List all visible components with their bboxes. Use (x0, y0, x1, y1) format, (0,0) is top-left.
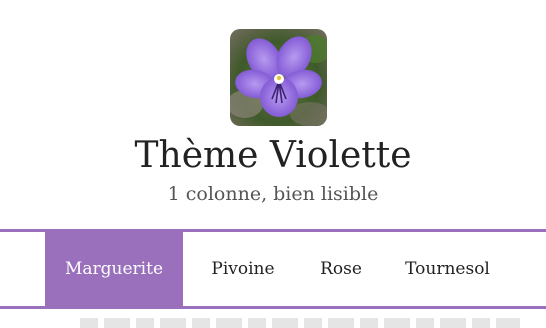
violet-flower-icon (230, 29, 327, 126)
nav-menu: Marguerite Pivoine Rose Tournesol (45, 232, 516, 306)
nav-item-marguerite[interactable]: Marguerite (45, 232, 183, 306)
nav-item-rose[interactable]: Rose (303, 232, 379, 306)
content-preview (0, 316, 546, 328)
nav-item-tournesol[interactable]: Tournesol (379, 232, 516, 306)
site-subtitle: 1 colonne, bien lisible (167, 183, 379, 205)
site-title[interactable]: Thème Violette (0, 133, 546, 179)
cut-off-text-line (80, 318, 520, 328)
main-navigation: Marguerite Pivoine Rose Tournesol (0, 229, 546, 309)
nav-item-pivoine[interactable]: Pivoine (183, 232, 303, 306)
site-logo[interactable] (230, 29, 327, 126)
